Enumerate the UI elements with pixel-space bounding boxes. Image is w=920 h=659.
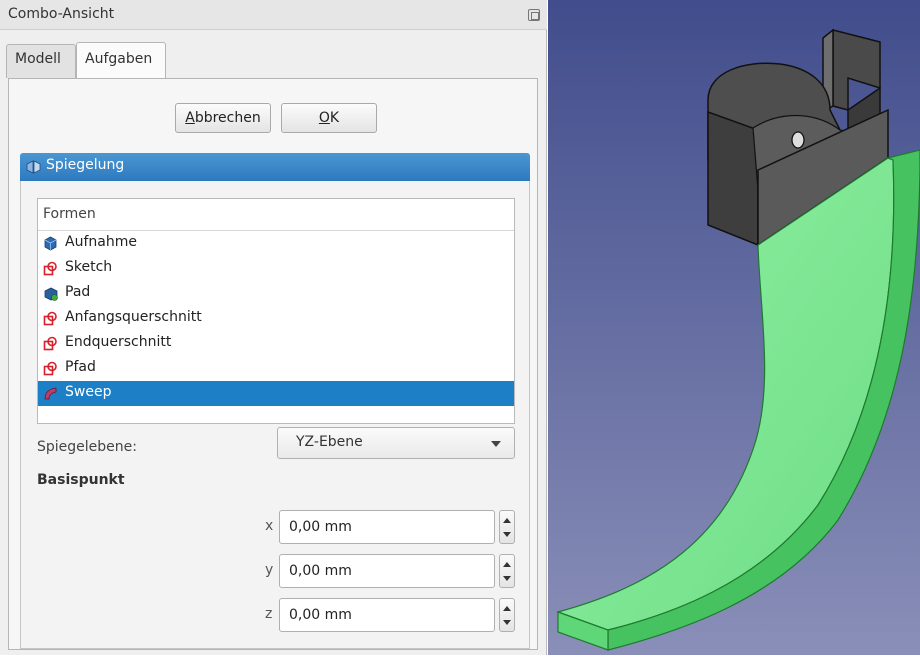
- sketch-icon: [43, 336, 57, 351]
- tab-modell[interactable]: Modell: [6, 44, 76, 78]
- tasks-panel: Abbrechen OK Spiegelung Formen Aufnahme …: [8, 78, 538, 650]
- list-item-label: Sweep: [65, 384, 112, 400]
- spin-up-icon[interactable]: [503, 562, 511, 567]
- sketch-icon: [43, 311, 57, 326]
- list-item-sweep[interactable]: Sweep: [38, 381, 514, 406]
- sketch-icon: [43, 261, 57, 276]
- list-header: Formen: [38, 199, 514, 231]
- float-window-icon[interactable]: [528, 9, 540, 21]
- section-title: Spiegelung: [46, 157, 125, 173]
- spin-up-icon[interactable]: [503, 518, 511, 523]
- y-value: 0,00 mm: [289, 563, 352, 579]
- y-field[interactable]: 0,00 mm: [279, 554, 495, 588]
- tab-aufgaben[interactable]: Aufgaben: [76, 42, 166, 78]
- z-spinner[interactable]: [499, 598, 515, 632]
- list-item-label: Anfangsquerschnitt: [65, 309, 202, 325]
- x-field[interactable]: 0,00 mm: [279, 510, 495, 544]
- sketch-icon: [43, 361, 57, 376]
- spin-down-icon[interactable]: [503, 576, 511, 581]
- spin-down-icon[interactable]: [503, 620, 511, 625]
- list-item-aufnahme[interactable]: Aufnahme: [38, 231, 514, 256]
- shapes-list[interactable]: Formen Aufnahme Sketch Pad Anfangsquersc…: [37, 198, 515, 424]
- list-item-endquerschnitt[interactable]: Endquerschnitt: [38, 331, 514, 356]
- list-item-sketch[interactable]: Sketch: [38, 256, 514, 281]
- mirror-plane-dropdown[interactable]: YZ-Ebene: [277, 427, 515, 459]
- mirror-feature-icon: [26, 160, 41, 174]
- list-item-pfad[interactable]: Pfad: [38, 356, 514, 381]
- x-label: x: [265, 518, 274, 534]
- y-spinner[interactable]: [499, 554, 515, 588]
- panel-titlebar: Combo-Ansicht: [0, 0, 547, 30]
- mirror-plane-value: YZ-Ebene: [296, 434, 363, 450]
- mirror-section-header[interactable]: Spiegelung: [20, 153, 530, 181]
- list-header-label: Formen: [43, 206, 96, 222]
- body-icon: [44, 236, 57, 251]
- sweep-icon: [44, 387, 57, 400]
- cancel-button[interactable]: Abbrechen: [175, 103, 271, 133]
- list-item-anfangsquerschnitt[interactable]: Anfangsquerschnitt: [38, 306, 514, 331]
- list-item-label: Pfad: [65, 359, 96, 375]
- ok-button[interactable]: OK: [281, 103, 377, 133]
- chevron-down-icon: [491, 441, 501, 447]
- x-value: 0,00 mm: [289, 519, 352, 535]
- spin-up-icon[interactable]: [503, 606, 511, 611]
- base-point-label: Basispunkt: [37, 472, 125, 488]
- z-label: z: [265, 606, 273, 622]
- list-item-label: Endquerschnitt: [65, 334, 172, 350]
- spin-down-icon[interactable]: [503, 532, 511, 537]
- mirror-section-body: Formen Aufnahme Sketch Pad Anfangsquersc…: [20, 181, 530, 649]
- 3d-scene: [548, 0, 920, 655]
- list-item-pad[interactable]: Pad: [38, 281, 514, 306]
- list-item-label: Pad: [65, 284, 91, 300]
- x-spinner[interactable]: [499, 510, 515, 544]
- list-item-label: Sketch: [65, 259, 113, 275]
- z-field[interactable]: 0,00 mm: [279, 598, 495, 632]
- y-label: y: [265, 562, 274, 578]
- list-item-label: Aufnahme: [65, 234, 137, 250]
- 3d-viewport[interactable]: [548, 0, 920, 655]
- mirror-plane-label: Spiegelebene:: [37, 439, 137, 455]
- z-value: 0,00 mm: [289, 607, 352, 623]
- combo-view-panel: Combo-Ansicht Modell Aufgaben Abbrechen …: [0, 0, 547, 655]
- panel-title: Combo-Ansicht: [8, 6, 115, 22]
- pad-icon: [44, 287, 58, 301]
